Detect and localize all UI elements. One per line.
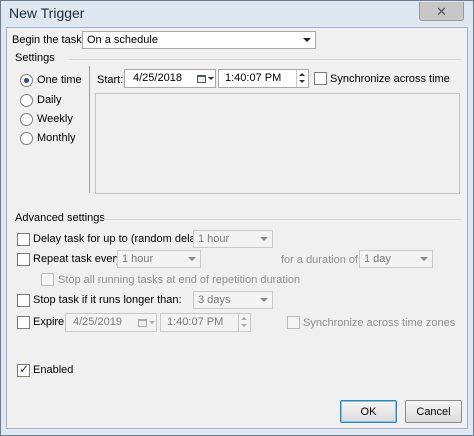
begin-task-value: On a schedule xyxy=(87,34,158,46)
start-time-spinner[interactable] xyxy=(296,70,308,87)
close-icon: ✕ xyxy=(436,3,447,19)
window-title: New Trigger xyxy=(9,5,85,21)
expire-sync-checkbox[interactable] xyxy=(287,316,300,329)
repeat-task-label: Repeat task every: xyxy=(33,253,125,265)
radio-weekly[interactable] xyxy=(20,113,33,126)
expire-time-spinner[interactable] xyxy=(238,314,250,331)
radio-monthly[interactable] xyxy=(20,132,33,145)
expire-label: Expire: xyxy=(33,316,68,328)
delay-task-select[interactable]: 1 hour xyxy=(193,230,273,248)
cancel-button[interactable]: Cancel xyxy=(405,400,462,423)
radio-one-time-label: One time xyxy=(37,74,82,86)
title-bar[interactable]: New Trigger ✕ xyxy=(1,1,473,27)
close-button[interactable]: ✕ xyxy=(419,2,464,21)
expire-sync-label: Synchronize across time zones xyxy=(303,317,456,329)
advanced-settings-heading: Advanced settings xyxy=(15,212,105,224)
chevron-down-icon xyxy=(188,257,196,261)
radio-daily-label: Daily xyxy=(37,94,62,106)
chevron-down-icon xyxy=(420,257,428,261)
start-date-value: 4/25/2018 xyxy=(133,72,182,84)
delay-task-checkbox[interactable] xyxy=(17,233,30,246)
chevron-down-icon xyxy=(207,77,214,80)
ok-button[interactable]: OK xyxy=(340,400,397,423)
settings-heading: Settings xyxy=(15,52,55,64)
delay-task-label: Delay task for up to (random delay): xyxy=(33,233,208,245)
spin-down-icon xyxy=(299,80,305,83)
calendar-icon xyxy=(196,74,206,83)
spin-up-icon xyxy=(299,73,305,76)
duration-label: for a duration of: xyxy=(281,254,362,266)
radio-weekly-label: Weekly xyxy=(37,113,73,125)
enabled-checkbox[interactable]: ✓ xyxy=(17,362,30,377)
cancel-button-label: Cancel xyxy=(416,405,451,418)
calendar-icon xyxy=(137,318,147,327)
settings-divider xyxy=(69,59,461,60)
expire-checkbox[interactable] xyxy=(17,316,30,329)
stop-running-checkbox[interactable] xyxy=(41,273,54,286)
duration-select[interactable]: 1 day xyxy=(359,250,433,268)
duration-value: 1 day xyxy=(364,253,391,265)
start-time-value: 1:40:07 PM xyxy=(225,72,282,84)
delay-task-value: 1 hour xyxy=(198,233,230,245)
chevron-down-icon xyxy=(148,321,155,324)
expire-date-value: 4/25/2019 xyxy=(73,316,122,328)
settings-vertical-divider xyxy=(89,66,90,193)
stop-longer-checkbox[interactable] xyxy=(17,294,30,307)
radio-daily[interactable] xyxy=(20,94,33,107)
chevron-down-icon xyxy=(260,298,268,302)
start-label: Start: xyxy=(97,74,124,86)
new-trigger-window: New Trigger ✕ Begin the task: On a sched… xyxy=(0,0,474,436)
expire-time-input[interactable]: 1:40:07 PM xyxy=(160,313,251,332)
start-date-picker[interactable]: 4/25/2018 xyxy=(124,69,216,88)
checkmark-icon: ✓ xyxy=(19,362,30,376)
dialog-client-area: Begin the task: On a schedule Settings O… xyxy=(6,27,468,429)
expire-date-dropdown[interactable] xyxy=(136,314,156,331)
repeat-task-select[interactable]: 1 hour xyxy=(117,250,201,268)
sync-time-checkbox[interactable] xyxy=(314,72,327,85)
begin-task-label: Begin the task: xyxy=(12,34,85,46)
chevron-down-icon xyxy=(303,38,311,42)
stop-longer-select[interactable]: 3 days xyxy=(193,291,273,309)
advanced-settings-divider xyxy=(101,219,461,220)
expire-time-value: 1:40:07 PM xyxy=(167,316,224,328)
sync-time-label: Synchronize across time xyxy=(330,73,450,85)
schedule-options-panel xyxy=(95,93,460,194)
spin-down-icon xyxy=(241,324,247,327)
repeat-task-checkbox[interactable] xyxy=(17,253,30,266)
enabled-label: Enabled xyxy=(33,364,74,376)
start-time-input[interactable]: 1:40:07 PM xyxy=(218,69,309,88)
repeat-task-value: 1 hour xyxy=(122,253,154,265)
radio-one-time[interactable] xyxy=(20,74,33,87)
expire-date-picker[interactable]: 4/25/2019 xyxy=(65,313,157,332)
stop-longer-label: Stop task if it runs longer than: xyxy=(33,294,182,306)
start-date-dropdown[interactable] xyxy=(195,70,215,87)
stop-longer-value: 3 days xyxy=(198,294,231,306)
begin-task-select[interactable]: On a schedule xyxy=(82,31,316,49)
chevron-down-icon xyxy=(260,237,268,241)
radio-selected-dot xyxy=(24,78,29,83)
stop-running-label: Stop all running tasks at end of repetit… xyxy=(58,274,301,286)
radio-monthly-label: Monthly xyxy=(37,132,76,144)
ok-button-label: OK xyxy=(360,405,377,418)
spin-up-icon xyxy=(241,317,247,320)
